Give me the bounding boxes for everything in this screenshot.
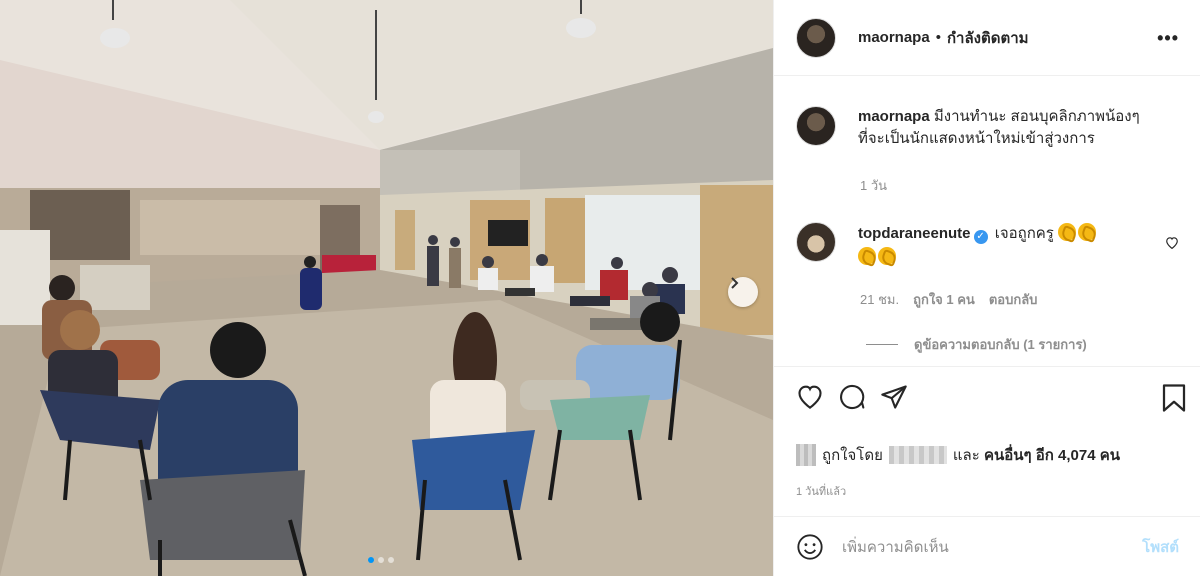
clap-emoji-icon: [878, 247, 896, 265]
likes-summary: ถูกใจโดย และ คนอื่นๆ อีก 4,074 คน: [796, 443, 1120, 467]
liker-name-blurred: [888, 446, 947, 464]
save-bookmark-icon[interactable]: [1161, 383, 1187, 418]
comment-time: 21 ชม.: [860, 292, 900, 307]
carousel-dot: [378, 557, 384, 563]
emoji-smiley-icon[interactable]: [796, 533, 824, 561]
next-photo-button[interactable]: [728, 277, 758, 307]
commenter-avatar[interactable]: [796, 222, 836, 262]
post-timestamp: 1 วันที่แล้ว: [796, 486, 847, 498]
liker-avatar-blurred: [796, 444, 816, 466]
replies-divider: [866, 344, 898, 345]
comment-input[interactable]: เพิ่มความคิดเห็น: [842, 535, 1142, 559]
others-like-count[interactable]: คนอื่นๆ อีก 4,074 คน: [984, 443, 1120, 467]
clap-emoji-icon: [1058, 223, 1077, 241]
caption-avatar[interactable]: [796, 106, 836, 146]
header-separator: •: [935, 29, 941, 46]
chevron-right-icon: [731, 277, 739, 289]
view-replies-link[interactable]: ดูข้อความตอบกลับ (1 รายการ): [860, 334, 1087, 355]
caption-username[interactable]: maornapa: [858, 108, 930, 125]
carousel-dot: [388, 557, 394, 563]
like-comment-heart-icon[interactable]: [1165, 236, 1179, 254]
more-options-icon[interactable]: •••: [1157, 28, 1179, 49]
comment-text: topdaraneenute ✓ เจอถูกครู: [858, 222, 1138, 270]
post-comment-button[interactable]: โพสต์: [1142, 535, 1179, 559]
post-actions: ถูกใจโดย และ คนอื่นๆ อีก 4,074 คน 1 วันท…: [774, 366, 1200, 516]
post-header: maornapa • กำลังติดตาม •••: [774, 0, 1200, 76]
following-button[interactable]: กำลังติดตาม: [947, 26, 1029, 50]
photo-scene: [0, 0, 773, 576]
clap-emoji-icon: [858, 247, 876, 265]
author-username[interactable]: maornapa: [858, 29, 930, 46]
post-photo: [0, 0, 773, 576]
share-paper-plane-icon[interactable]: [880, 383, 908, 411]
caption-time: 1 วัน: [860, 178, 888, 193]
comment-body: เจอถูกครู: [994, 225, 1054, 242]
view-replies-label[interactable]: ดูข้อความตอบกลับ (1 รายการ): [914, 334, 1087, 355]
post-caption: maornapa มีงานทำนะ สอนบุคลิกภาพน้องๆที่จ…: [796, 106, 1148, 150]
verified-badge-icon: ✓: [973, 230, 988, 244]
comment-like-count[interactable]: ถูกใจ 1 คน: [913, 289, 975, 310]
caption-text: maornapa มีงานทำนะ สอนบุคลิกภาพน้องๆที่จ…: [858, 106, 1148, 150]
add-comment-bar: เพิ่มความคิดเห็น โพสต์: [774, 516, 1200, 576]
comment-item: topdaraneenute ✓ เจอถูกครู: [796, 222, 1181, 270]
comment-bubble-icon[interactable]: [838, 383, 866, 411]
liked-by-prefix: ถูกใจโดย: [822, 447, 883, 464]
clap-emoji-icon: [1078, 223, 1097, 241]
liked-by-and: และ: [952, 447, 980, 464]
like-heart-icon[interactable]: [796, 383, 824, 411]
action-icon-row: [796, 383, 908, 411]
comment-meta: 21 ชม. ถูกใจ 1 คน ตอบกลับ: [860, 289, 1037, 310]
post-side-panel: maornapa • กำลังติดตาม ••• maornapa มีงา…: [773, 0, 1200, 576]
commenter-username[interactable]: topdaraneenute: [858, 225, 971, 242]
author-avatar[interactable]: [796, 17, 836, 58]
reply-button[interactable]: ตอบกลับ: [989, 289, 1038, 310]
carousel-indicator: [368, 557, 394, 563]
carousel-dot: [368, 557, 374, 563]
comments-section: maornapa มีงานทำนะ สอนบุคลิกภาพน้องๆที่จ…: [774, 76, 1200, 366]
